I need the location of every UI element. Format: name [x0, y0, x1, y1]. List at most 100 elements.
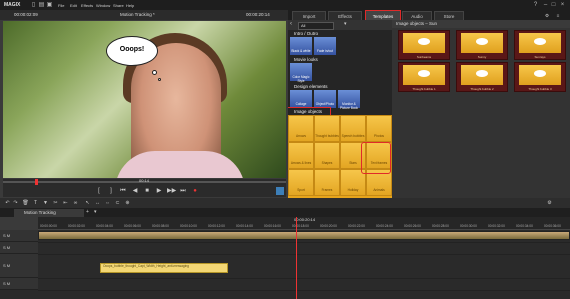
section-design-elements[interactable]: Design elements — [288, 83, 392, 90]
dropdown-chevron-icon[interactable]: ▾ — [344, 21, 347, 27]
menu-share[interactable]: Share — [113, 3, 124, 8]
preview-panel-header: Image objects – Sun — [392, 20, 570, 28]
timeline-settings-icon[interactable]: ⚙ — [546, 200, 553, 207]
track-header[interactable]: S M — [0, 278, 38, 290]
link-icon[interactable]: ∞ — [72, 200, 79, 207]
new-project-icon[interactable]: ▯ — [30, 2, 37, 9]
thumbnail-caption: Sunbeams — [416, 55, 432, 59]
app-brand: MAGIX — [4, 2, 21, 8]
menu-window[interactable]: Window — [96, 3, 110, 8]
empty-track-lane[interactable] — [38, 278, 570, 291]
back-arrow-icon[interactable]: ‹ — [290, 21, 292, 27]
text-icon[interactable]: T — [32, 200, 39, 207]
open-folder-icon[interactable]: ▤ — [38, 2, 45, 9]
template-tile[interactable]: Color Magic Style — [290, 63, 312, 83]
track-header[interactable]: S M — [0, 254, 38, 278]
tab-motion-tracking[interactable]: Motion Tracking — [14, 209, 84, 217]
template-tile[interactable]: Arrows & lines — [288, 142, 314, 169]
template-tile[interactable]: Thought bubbles — [314, 115, 340, 142]
menu-help[interactable]: Help — [126, 3, 134, 8]
marker-out-icon[interactable]: ] — [107, 187, 115, 195]
section-movie-looks[interactable]: Movie looks — [288, 56, 392, 63]
next-marker-icon[interactable]: ⏭ — [179, 187, 187, 195]
tab-menu-icon[interactable]: ▾ — [94, 209, 97, 215]
template-tile[interactable]: Shapes — [314, 142, 340, 169]
fullscreen-icon[interactable] — [276, 187, 284, 195]
ruler-tick-label: 00:00:30:00 — [460, 224, 477, 228]
template-tile[interactable]: Black & white — [290, 37, 312, 55]
redo-icon[interactable]: ↷ — [12, 200, 19, 207]
bubble-tail-dot — [158, 78, 161, 81]
template-tile[interactable]: Object/Photo — [314, 90, 336, 108]
image-object-clip[interactable]: Ooops_bubble_thought_Capt_Width_Height_a… — [100, 263, 228, 273]
template-tile[interactable]: Monitor & Picture Book — [338, 90, 360, 110]
section-image-objects[interactable]: Image objects — [288, 107, 331, 116]
add-movie-icon[interactable]: + — [86, 209, 89, 215]
video-clip[interactable] — [38, 231, 570, 240]
speech-bubble-overlay[interactable]: Ooops! — [106, 36, 158, 66]
ruler-tick-label: 00:00:04:00 — [96, 224, 113, 228]
template-tile[interactable]: Frames — [314, 169, 340, 196]
template-thumbnail[interactable]: Sunny — [456, 30, 508, 60]
ruler-tick-label: 00:00:08:00 — [152, 224, 169, 228]
template-tile[interactable]: Speech bubbles — [340, 115, 366, 142]
settings-icon[interactable]: ⚙ — [543, 11, 551, 20]
timeline-playhead[interactable] — [296, 217, 297, 299]
marker-icon[interactable]: ▼ — [42, 200, 49, 207]
play-icon[interactable]: ▶ — [155, 187, 163, 195]
template-thumbnail[interactable]: Thought bubble 3 — [514, 62, 566, 92]
close-icon[interactable]: × — [559, 2, 566, 9]
ruler-tick-label: 00:00:32:00 — [488, 224, 505, 228]
track-header[interactable]: S M — [0, 230, 38, 242]
trim-icon[interactable]: ⇤ — [62, 200, 69, 207]
template-tile[interactable]: Fade in/out — [314, 37, 336, 55]
timeline-ruler[interactable]: 00:00:20:14 00:00:00:00 00:00:02:00 00:0… — [38, 217, 570, 230]
range-icon[interactable]: ↔ — [94, 200, 101, 207]
ruler-tick-label: 00:00:22:00 — [348, 224, 365, 228]
stretch-icon[interactable]: ⇔ — [104, 200, 111, 207]
undo-icon[interactable]: ↶ — [4, 200, 11, 207]
record-icon[interactable]: ● — [191, 187, 199, 195]
filter-select[interactable]: All — [298, 22, 334, 30]
zoom-icon[interactable]: ⊕ — [124, 200, 131, 207]
bubble-tail-dot — [152, 70, 157, 75]
delete-icon[interactable]: 🗑 — [22, 200, 29, 207]
template-thumbnail[interactable]: Thought bubble 1 — [398, 62, 450, 92]
template-tile[interactable]: Photos — [366, 115, 392, 142]
magnet-icon[interactable]: ⊂ — [114, 200, 121, 207]
panel-options-icon[interactable]: ≡ — [554, 11, 562, 20]
maximize-icon[interactable]: □ — [550, 2, 557, 9]
menu-edit[interactable]: Edit — [70, 3, 77, 8]
menu-file[interactable]: File — [58, 3, 64, 8]
section-intro-outro[interactable]: Intro / Outro — [288, 30, 392, 37]
template-preview-panel: Image objects – Sun Sunbeams Sunny Sunra… — [392, 20, 570, 198]
rewind-icon[interactable]: ◀ — [131, 187, 139, 195]
menu-effects[interactable]: Effects — [81, 3, 93, 8]
marker-in-icon[interactable]: [ — [95, 187, 103, 195]
speech-bubble-text: Ooops! — [119, 46, 145, 53]
template-tile[interactable]: Sport — [288, 169, 314, 196]
stop-icon[interactable]: ■ — [143, 187, 151, 195]
template-thumbnail[interactable]: Thought bubble 2 — [456, 62, 508, 92]
ruler-tick-label: 00:00:26:00 — [404, 224, 421, 228]
scrub-label: 00:14 — [139, 178, 150, 183]
ruler-tick-label: 00:00:06:00 — [124, 224, 141, 228]
timecode-position: 00:00:02:09 — [14, 12, 38, 17]
ruler-tick-label: 00:00:18:00 — [292, 224, 309, 228]
template-tile[interactable]: Arrows — [288, 115, 314, 142]
ruler-tick-label: 00:00:16:00 — [264, 224, 281, 228]
split-icon[interactable]: ✂ — [52, 200, 59, 207]
object-track-lane[interactable]: Ooops_bubble_thought_Capt_Width_Height_a… — [38, 254, 570, 279]
ruler-tick-label: 00:00:28:00 — [432, 224, 449, 228]
template-thumbnail[interactable]: Sunrays — [514, 30, 566, 60]
minimize-icon[interactable]: – — [542, 2, 549, 9]
previous-marker-icon[interactable]: ⏮ — [119, 187, 127, 195]
template-tile[interactable]: Collage — [290, 90, 312, 108]
transport-controls: [ ] ⏮ ◀ ■ ▶ ▶▶ ⏭ ● — [3, 185, 286, 197]
help-icon[interactable]: ? — [532, 2, 539, 9]
template-thumbnail[interactable]: Sunbeams — [398, 30, 450, 60]
fast-forward-icon[interactable]: ▶▶ — [167, 187, 176, 195]
mouse-mode-icon[interactable]: ↖ — [84, 200, 91, 207]
save-icon[interactable]: ▣ — [46, 2, 53, 9]
track-header[interactable]: S M — [0, 242, 38, 254]
